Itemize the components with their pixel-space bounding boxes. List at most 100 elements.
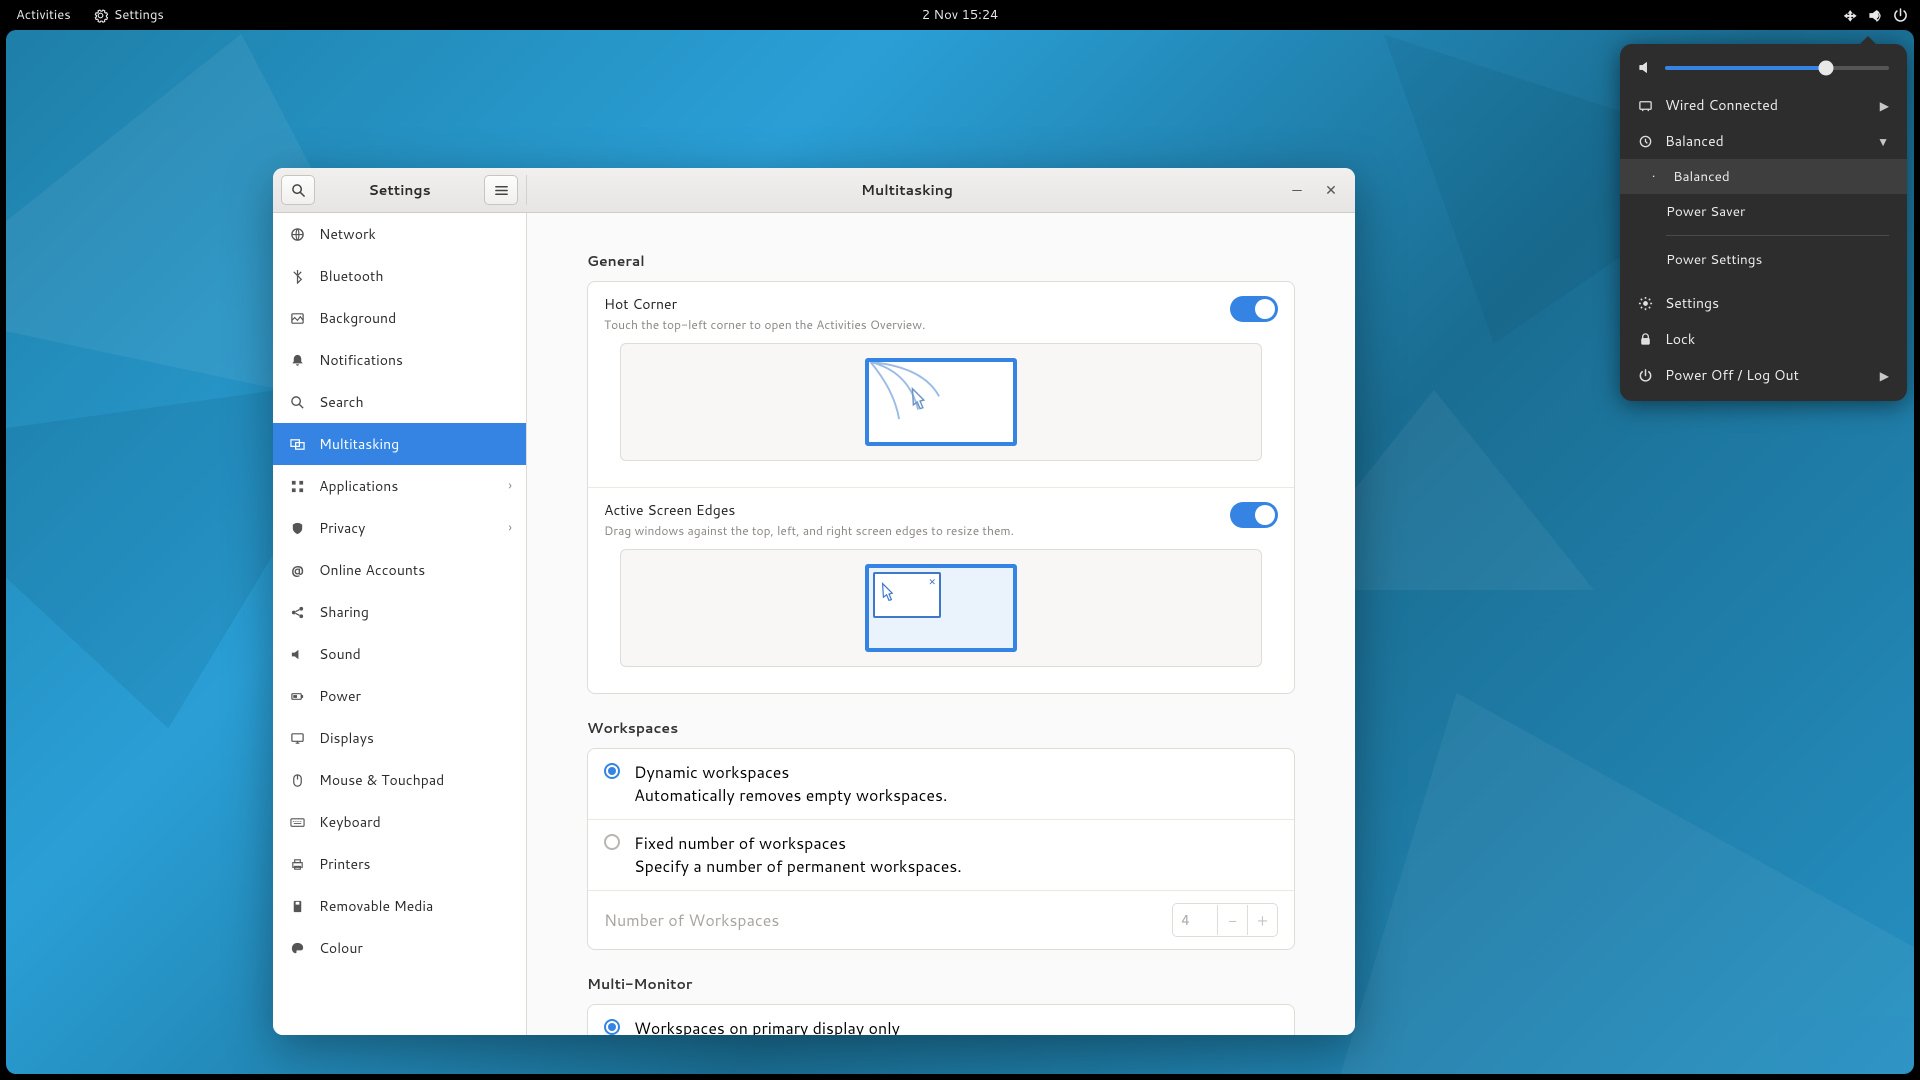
tray-power-mode[interactable]: Balanced▼	[1620, 123, 1907, 159]
power-icon	[1638, 368, 1653, 383]
sidebar-item-label: Colour	[319, 938, 363, 958]
multimonitor-card: Workspaces on primary display only	[587, 1004, 1295, 1035]
num-workspaces-input[interactable]	[1173, 904, 1217, 936]
sidebar-item-label: Printers	[319, 854, 371, 874]
radio-off-icon	[604, 834, 620, 850]
volume-icon[interactable]	[1868, 8, 1883, 23]
applications-icon	[289, 478, 305, 494]
sidebar-item-label: Mouse & Touchpad	[319, 770, 444, 790]
hot-corner-illustration	[620, 343, 1262, 461]
num-workspaces-row: Number of Workspaces − +	[588, 891, 1294, 949]
sidebar-item-privacy[interactable]: Privacy ›	[273, 507, 526, 549]
sidebar-item-network[interactable]: Network	[273, 213, 526, 255]
sidebar-item-label: Search	[319, 392, 364, 412]
sound-icon	[289, 646, 305, 662]
tray-power-saver[interactable]: Power Saver	[1620, 194, 1907, 229]
sidebar-title: Settings	[315, 180, 484, 200]
active-edges-subtitle: Drag windows against the top, left, and …	[604, 522, 1278, 539]
sidebar-item-label: Applications	[319, 476, 398, 496]
settings-content[interactable]: General Hot Corner Touch the top-left co…	[527, 213, 1355, 1035]
section-heading-general: General	[587, 251, 1295, 271]
chevron-down-icon: ▼	[1877, 133, 1889, 150]
sidebar-item-removable-media[interactable]: Removable Media	[273, 885, 526, 927]
power-icon	[289, 688, 305, 704]
removable-media-icon	[289, 898, 305, 914]
chevron-right-icon: ▶	[1880, 97, 1889, 114]
tray-settings[interactable]: Settings	[1620, 285, 1907, 321]
sidebar-item-label: Displays	[319, 728, 374, 748]
sidebar-item-background[interactable]: Background	[273, 297, 526, 339]
chevron-right-icon: ›	[508, 519, 512, 537]
online-accounts-icon: @	[289, 562, 305, 578]
privacy-icon	[289, 520, 305, 536]
search-icon	[289, 394, 305, 410]
dynamic-workspaces-radio[interactable]: Dynamic workspaces Automatically removes…	[588, 749, 1294, 820]
tray-wired[interactable]: Wired Connected▶	[1620, 87, 1907, 123]
volume-slider[interactable]	[1665, 66, 1889, 70]
tray-poweroff[interactable]: Power Off / Log Out▶	[1620, 357, 1907, 393]
sidebar-item-search[interactable]: Search	[273, 381, 526, 423]
hot-corner-row: Hot Corner Touch the top-left corner to …	[588, 282, 1294, 488]
num-workspaces-label: Number of Workspaces	[604, 909, 779, 932]
active-edges-row: Active Screen Edges Drag windows against…	[588, 488, 1294, 693]
keyboard-icon	[289, 814, 305, 830]
titlebar: Settings Multitasking — ✕	[273, 168, 1355, 213]
app-menu[interactable]: Settings	[89, 6, 168, 24]
hot-corner-toggle[interactable]	[1230, 296, 1278, 322]
activities-label: Activities	[16, 6, 71, 24]
sidebar-item-label: Notifications	[319, 350, 403, 370]
settings-sidebar: Network Bluetooth Background Notifications S…	[273, 213, 527, 1035]
printers-icon	[289, 856, 305, 872]
power-icon[interactable]	[1893, 8, 1908, 23]
settings-window: Settings Multitasking — ✕ Network Bluetoo…	[273, 168, 1355, 1035]
sidebar-item-printers[interactable]: Printers	[273, 843, 526, 885]
spin-plus-button[interactable]: +	[1247, 905, 1277, 935]
active-edges-illustration: ✕	[620, 549, 1262, 667]
hamburger-button[interactable]	[484, 175, 518, 205]
search-button[interactable]	[281, 175, 315, 205]
clock[interactable]: 2 Nov 15:24	[922, 6, 999, 24]
gear-icon	[93, 8, 108, 23]
fixed-workspaces-radio[interactable]: Fixed number of workspaces Specify a num…	[588, 820, 1294, 891]
sidebar-item-keyboard[interactable]: Keyboard	[273, 801, 526, 843]
radio-on-icon	[604, 763, 620, 779]
sidebar-item-sound[interactable]: Sound	[273, 633, 526, 675]
bluetooth-icon	[289, 268, 305, 284]
sidebar-item-displays[interactable]: Displays	[273, 717, 526, 759]
spin-minus-button[interactable]: −	[1217, 905, 1247, 935]
app-menu-label: Settings	[114, 6, 164, 24]
tray-power-settings[interactable]: Power Settings	[1620, 242, 1907, 277]
sidebar-item-multitasking[interactable]: Multitasking	[273, 423, 526, 465]
tray-lock[interactable]: Lock	[1620, 321, 1907, 357]
sidebar-item-label: Background	[319, 308, 396, 328]
sidebar-item-online-accounts[interactable]: @Online Accounts	[273, 549, 526, 591]
sidebar-item-applications[interactable]: Applications›	[273, 465, 526, 507]
sidebar-item-label: Sound	[319, 644, 361, 664]
sidebar-item-sharing[interactable]: Sharing	[273, 591, 526, 633]
sidebar-item-label: Multitasking	[319, 434, 399, 454]
network-icon[interactable]	[1843, 8, 1858, 23]
multitasking-icon	[289, 436, 305, 452]
tray-balanced[interactable]: •Balanced	[1620, 159, 1907, 194]
active-edges-toggle[interactable]	[1230, 502, 1278, 528]
workspaces-primary-radio[interactable]: Workspaces on primary display only	[588, 1005, 1294, 1035]
background-icon	[289, 310, 305, 326]
hamburger-icon	[494, 183, 509, 198]
sidebar-item-label: Bluetooth	[319, 266, 383, 286]
power-mode-icon	[1638, 134, 1653, 149]
sidebar-item-label: Privacy	[319, 518, 365, 538]
hot-corner-title: Hot Corner	[604, 294, 1278, 314]
colour-icon	[289, 940, 305, 956]
notifications-icon	[289, 352, 305, 368]
sidebar-item-mouse-touchpad[interactable]: Mouse & Touchpad	[273, 759, 526, 801]
close-button[interactable]: ✕	[1321, 180, 1341, 200]
sidebar-item-power[interactable]: Power	[273, 675, 526, 717]
sidebar-item-notifications[interactable]: Notifications	[273, 339, 526, 381]
workspaces-card: Dynamic workspaces Automatically removes…	[587, 748, 1295, 950]
sidebar-item-label: Removable Media	[319, 896, 433, 916]
sidebar-item-bluetooth[interactable]: Bluetooth	[273, 255, 526, 297]
activities-button[interactable]: Activities	[12, 6, 75, 24]
displays-icon	[289, 730, 305, 746]
sidebar-item-colour[interactable]: Colour	[273, 927, 526, 969]
minimize-button[interactable]: —	[1287, 180, 1307, 200]
